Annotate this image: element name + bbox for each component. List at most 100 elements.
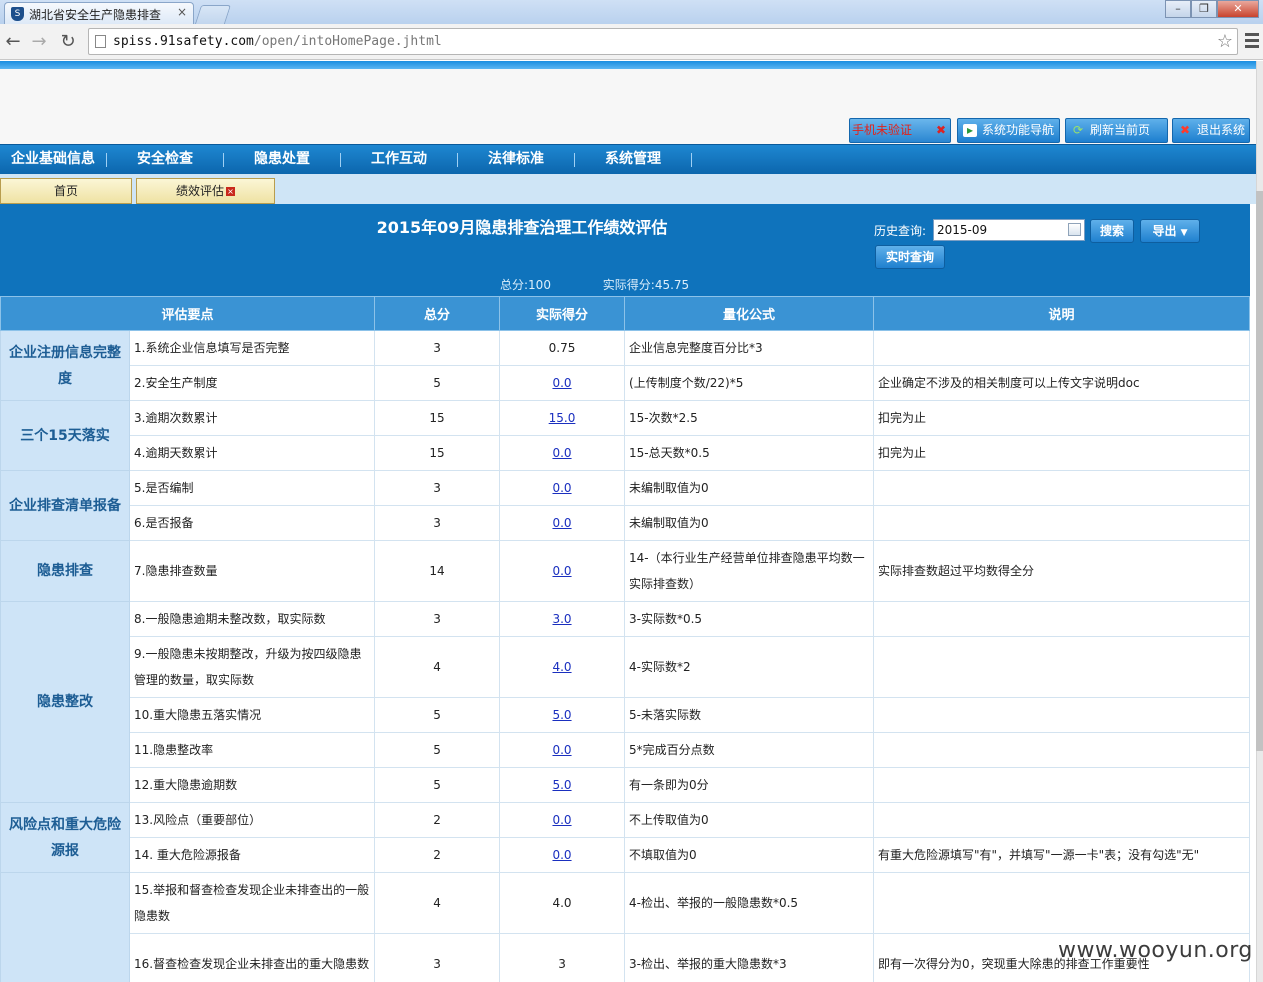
actual-score-link[interactable]: 4.0 xyxy=(552,660,571,674)
tab-close-icon[interactable]: × xyxy=(177,5,187,19)
refresh-page-button[interactable]: ⟳ 刷新当前页 xyxy=(1065,118,1168,143)
export-button-label: 导出 xyxy=(1152,224,1177,238)
calendar-icon[interactable] xyxy=(1068,223,1081,236)
actual-score-link[interactable]: 5.0 xyxy=(552,778,571,792)
actual-score-link[interactable]: 5.0 xyxy=(552,708,571,722)
table-header-row: 评估要点 总分 实际得分 量化公式 说明 xyxy=(0,296,1251,331)
history-date-input[interactable]: 2015-09 xyxy=(933,219,1085,241)
nav-item-hazard-handling[interactable]: 隐患处置 xyxy=(224,145,340,174)
phone-unverified-button[interactable]: 手机未验证 ✖ xyxy=(849,118,951,143)
header-eval-point: 评估要点 xyxy=(0,296,376,331)
actual-score-link[interactable]: 0.0 xyxy=(552,848,571,862)
actual-score-link[interactable]: 0.0 xyxy=(552,743,571,757)
actual-score-link[interactable]: 0.0 xyxy=(552,813,571,827)
export-button[interactable]: 导出 ▼ xyxy=(1140,219,1200,243)
actual-score-cell: 0.0 xyxy=(499,732,626,768)
new-tab-button[interactable] xyxy=(194,5,232,24)
realtime-query-button[interactable]: 实时查询 xyxy=(875,245,945,269)
formula-cell: 15-总天数*0.5 xyxy=(624,435,875,471)
logout-button[interactable]: ✖ 退出系统 xyxy=(1172,118,1250,143)
browser-tab-title: 湖北省安全生产隐患排查 xyxy=(29,8,162,22)
actual-score-cell: 15.0 xyxy=(499,400,626,436)
system-nav-button[interactable]: ▸ 系统功能导航 xyxy=(957,118,1060,143)
actual-score-link[interactable]: 15.0 xyxy=(549,411,576,425)
nav-separator xyxy=(691,153,692,167)
formula-cell: 有一条即为0分 xyxy=(624,767,875,803)
total-score-cell: 5 xyxy=(374,767,501,803)
table-row: 三个15天落实 3.逾期次数累计 15 15.0 15-次数*2.5 扣完为止 xyxy=(0,400,1251,471)
nav-item-system-management[interactable]: 系统管理 xyxy=(575,145,691,174)
table-row: 11.隐患整改率 5 0.0 5*完成百分点数 xyxy=(1,732,1251,768)
eval-point-cell: 1.系统企业信息填写是否完整 xyxy=(128,330,376,366)
actual-score-cell: 0.0 xyxy=(499,837,626,873)
history-date-value: 2015-09 xyxy=(937,223,988,237)
bookmark-star-icon[interactable]: ☆ xyxy=(1217,29,1233,54)
realtime-query-label: 实时查询 xyxy=(885,250,934,264)
category-cell: 三个15天落实 xyxy=(0,400,130,471)
table-row: 风险点和重大危险源报 13.风险点（重要部位） 2 0.0 不上传取值为0 xyxy=(0,802,1251,873)
window-close-icon[interactable]: ✕ xyxy=(1217,0,1259,18)
top-stripe xyxy=(0,61,1263,69)
nav-item-work-interaction[interactable]: 工作互动 xyxy=(341,145,457,174)
table-row: 14. 重大危险源报备 2 0.0 不填取值为0 有重大危险源填写"有"，并填写"一源一… xyxy=(1,837,1251,873)
table-row: 隐患排查 7.隐患排查数量 14 0.0 14-（本行业生产经营单位排查隐患平均数一实际… xyxy=(0,540,1251,602)
tab-close-icon[interactable]: × xyxy=(226,187,235,196)
nav-item-safety-check[interactable]: 安全检查 xyxy=(107,145,223,174)
actual-score-cell: 3.0 xyxy=(499,601,626,637)
watermark: www.wooyun.org xyxy=(1058,938,1253,963)
formula-cell: 15-次数*2.5 xyxy=(624,400,875,436)
reload-icon[interactable]: ↻ xyxy=(57,31,79,53)
browser-menu-icon[interactable] xyxy=(1245,33,1259,49)
actual-score: 实际得分:45.75 xyxy=(602,278,690,292)
total-score-cell: 5 xyxy=(374,365,501,401)
total-score-cell: 3 xyxy=(374,601,501,637)
forward-icon[interactable]: → xyxy=(28,31,50,53)
scrollbar-thumb[interactable] xyxy=(1256,191,1263,751)
page-icon xyxy=(95,35,106,48)
total-score-cell: 3 xyxy=(374,933,501,982)
formula-cell: 5*完成百分点数 xyxy=(624,732,875,768)
address-bar: ← → ↻ spiss.91safety.com/open/intoHomePa… xyxy=(0,24,1263,60)
restore-icon[interactable]: ❐ xyxy=(1191,0,1217,18)
note-cell: 扣完为止 xyxy=(873,400,1251,436)
tab-home[interactable]: 首页 xyxy=(0,178,132,204)
actual-score-cell: 5.0 xyxy=(499,697,626,733)
refresh-page-label: 刷新当前页 xyxy=(1090,123,1151,137)
actual-score-link[interactable]: 3.0 xyxy=(552,612,571,626)
note-cell xyxy=(873,802,1251,838)
table-row: 企业注册信息完整度 1.系统企业信息填写是否完整 3 0.75 企业信息完整度百分比*3 xyxy=(0,330,1251,401)
total-score-cell: 5 xyxy=(374,732,501,768)
total-score: 总分:100 xyxy=(500,278,551,292)
nav-item-enterprise-info[interactable]: 企业基础信息 xyxy=(0,145,106,174)
actual-score-cell: 0.0 xyxy=(499,802,626,838)
actual-score-link[interactable]: 0.0 xyxy=(552,376,571,390)
close-icon[interactable]: ✖ xyxy=(936,119,946,142)
back-icon[interactable]: ← xyxy=(2,31,24,53)
phone-unverified-label: 手机未验证 xyxy=(852,123,913,137)
url-input[interactable]: spiss.91safety.com/open/intoHomePage.jht… xyxy=(88,28,1238,55)
system-nav-label: 系统功能导航 xyxy=(982,123,1055,137)
note-cell xyxy=(873,636,1251,698)
nav-item-law-standards[interactable]: 法律标准 xyxy=(458,145,574,174)
url-path: /open/intoHomePage.jhtml xyxy=(253,34,442,49)
eval-point-cell: 9.一般隐患未按期整改，升级为按四级隐患管理的数量，取实际数 xyxy=(128,636,376,698)
actual-score-cell: 0.0 xyxy=(499,505,626,541)
note-cell xyxy=(873,470,1251,506)
table-row: 4.逾期天数累计 15 0.0 15-总天数*0.5 扣完为止 xyxy=(1,435,1251,471)
actual-score-link[interactable]: 0.0 xyxy=(552,446,571,460)
total-score-cell: 2 xyxy=(374,802,501,838)
total-score-cell: 2 xyxy=(374,837,501,873)
tab-performance[interactable]: 绩效评估 × xyxy=(136,178,275,204)
actual-score-link[interactable]: 0.0 xyxy=(552,564,571,578)
navigation-icon: ▸ xyxy=(963,124,977,137)
browser-tab[interactable]: S 湖北省安全生产隐患排查 × xyxy=(4,2,194,24)
note-cell xyxy=(873,330,1251,366)
search-button[interactable]: 搜索 xyxy=(1090,219,1134,243)
category-cell: 企业注册信息完整度 xyxy=(0,330,130,401)
eval-point-cell: 12.重大隐患逾期数 xyxy=(128,767,376,803)
page-scrollbar[interactable] xyxy=(1256,61,1263,982)
minimize-icon[interactable]: – xyxy=(1165,0,1191,18)
actual-score-link[interactable]: 0.0 xyxy=(552,516,571,530)
window-controls: – ❐ ✕ xyxy=(1165,0,1259,18)
actual-score-link[interactable]: 0.0 xyxy=(552,481,571,495)
